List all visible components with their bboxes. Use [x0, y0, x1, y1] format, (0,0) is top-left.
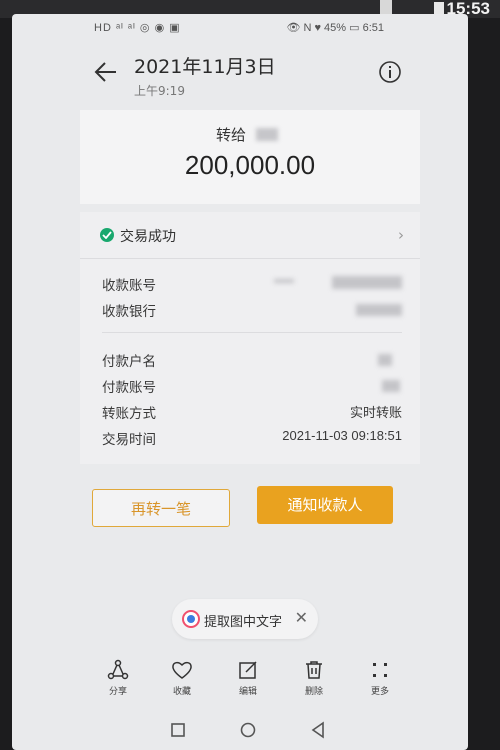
favorite-label: 收藏 — [172, 687, 191, 697]
phone-screen: HD ᵃᴵ ᵃᴵ ◎ ◉ ▣ 👁 N ♥ 45% ▭ 6:51 2021年11月… — [12, 14, 468, 750]
delete-label: 删除 — [304, 687, 323, 697]
share-button[interactable]: 分享 — [98, 659, 138, 705]
system-navigation-bar — [152, 718, 352, 742]
system-status-bar: HD ᵃᴵ ᵃᴵ ◎ ◉ ▣ 👁 N ♥ 45% ▭ 6:51 — [12, 14, 468, 40]
redacted-payee-name — [256, 128, 278, 141]
payer-account-label: 付款账号 — [102, 380, 156, 396]
more-button[interactable]: 更多 — [360, 659, 400, 705]
extract-text-label: 提取图中文字 — [204, 615, 283, 630]
transfer-again-button[interactable]: 再转一笔 — [92, 489, 230, 527]
status-bar-right: 👁 N ♥ 45% ▭ 6:51 — [286, 22, 384, 34]
payee-account-row: 收款账号 — [102, 274, 402, 296]
status-bar-left-icons: HD ᵃᴵ ᵃᴵ ◎ ◉ ▣ — [94, 22, 181, 34]
edit-button[interactable]: 编辑 — [228, 659, 268, 705]
transaction-time-row: 交易时间 2021-11-03 09:18:51 — [102, 428, 402, 450]
redacted-value — [274, 279, 294, 283]
divider — [80, 258, 420, 259]
payee-account-label: 收款账号 — [102, 278, 156, 294]
image-viewer-toolbar: 分享 收藏 编辑 删除 更多 — [98, 659, 398, 709]
delete-button[interactable]: 删除 — [294, 659, 334, 705]
payer-name-label: 付款户名 — [102, 354, 156, 370]
payer-name-row: 付款户名 — [102, 350, 402, 372]
transfer-to-label: 转给 — [216, 126, 247, 144]
transfer-method-value: 实时转账 — [349, 405, 402, 420]
transaction-time-value: 2021-11-03 09:18:51 — [282, 428, 402, 443]
share-icon — [107, 659, 129, 680]
notify-payee-button[interactable]: 通知收款人 — [257, 486, 393, 524]
transaction-status-text: 交易成功 — [120, 229, 176, 245]
redacted-payee-bank — [356, 304, 402, 316]
transaction-details-card: 交易成功 › 收款账号 收款银行 付款户名 付款账号 转账方式 实时转账 交易时… — [80, 212, 420, 464]
chevron-right-icon: › — [398, 226, 404, 244]
back-arrow-icon[interactable] — [94, 61, 118, 83]
success-check-icon — [100, 228, 114, 242]
share-label: 分享 — [108, 687, 127, 697]
divider — [102, 332, 402, 333]
favorite-button[interactable]: 收藏 — [162, 659, 202, 705]
ocr-lens-icon — [182, 610, 200, 628]
transfer-method-row: 转账方式 实时转账 — [102, 402, 402, 424]
transfer-amount: 200,000.00 — [184, 150, 316, 180]
amount-card: 转给 200,000.00 — [80, 110, 420, 204]
redacted-payer-name — [378, 354, 392, 366]
sim-icon — [380, 0, 392, 15]
edit-label: 编辑 — [238, 687, 257, 697]
back-triangle-icon[interactable] — [306, 718, 330, 742]
more-icon — [373, 663, 387, 677]
transaction-status-row[interactable]: 交易成功 › — [80, 212, 420, 258]
home-icon[interactable] — [236, 718, 260, 742]
trash-icon — [306, 661, 322, 679]
payer-account-row: 付款账号 — [102, 376, 402, 398]
redacted-payee-account — [332, 276, 402, 289]
info-icon[interactable] — [378, 60, 402, 84]
transfer-method-label: 转账方式 — [102, 406, 156, 422]
extract-text-chip[interactable]: 提取图中文字 ✕ — [172, 599, 318, 639]
redacted-payer-account — [382, 380, 400, 392]
payee-bank-row: 收款银行 — [102, 300, 402, 322]
page-title: 2021年11月3日 — [134, 56, 276, 78]
payee-bank-label: 收款银行 — [102, 304, 156, 320]
edit-icon — [239, 661, 257, 679]
heart-icon — [172, 661, 192, 679]
more-label: 更多 — [370, 687, 389, 697]
recent-apps-icon[interactable] — [166, 718, 190, 742]
transaction-time-label: 交易时间 — [102, 432, 156, 448]
page-header: 2021年11月3日 上午9:19 — [80, 40, 420, 110]
close-icon[interactable]: ✕ — [295, 608, 308, 627]
page-subtitle-time: 上午9:19 — [134, 84, 185, 98]
